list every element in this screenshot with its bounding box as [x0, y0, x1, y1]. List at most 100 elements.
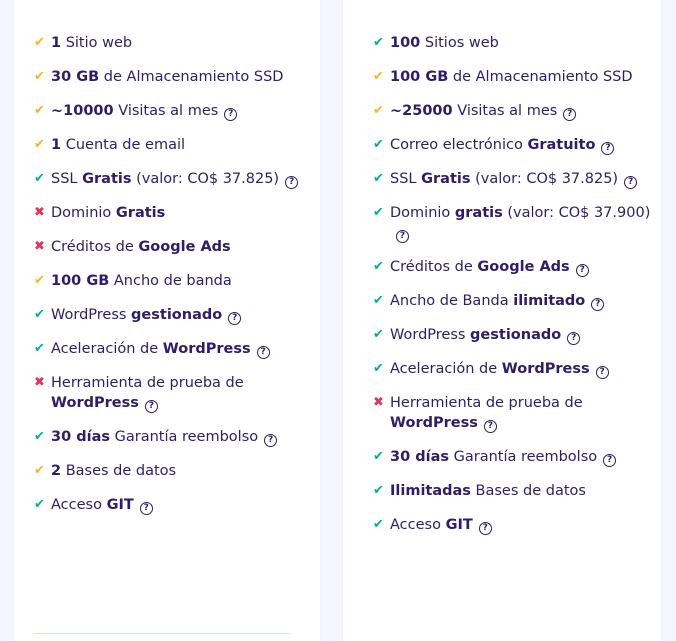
feature-item: ✔ SSL Gratis (valor: CO$ 37.825)? — [373, 169, 661, 189]
feature-text: Garantía reembolso — [449, 449, 598, 465]
feature-highlight: ~25000 — [390, 103, 453, 119]
feature-text: Acceso — [51, 497, 107, 513]
check-orange-icon: ✔ — [34, 35, 45, 50]
feature-item: ✔ Ancho de Banda ilimitado? — [373, 291, 661, 311]
feature-item: ✔ ~10000 Visitas al mes? — [34, 101, 320, 121]
feature-highlight: 100 — [390, 35, 421, 51]
check-orange-icon: ✔ — [373, 69, 384, 84]
feature-highlight: 30 días — [390, 449, 449, 465]
feature-item: ✖ Herramienta de prueba de WordPress? — [34, 373, 320, 413]
help-question-icon[interactable]: ? — [575, 264, 589, 277]
feature-text: Aceleración de — [51, 341, 163, 357]
feature-highlight: Gratis — [82, 171, 132, 187]
help-question-icon[interactable]: ? — [285, 176, 299, 189]
feature-item: ✔ 2 Bases de datos — [34, 461, 320, 481]
feature-text: Sitios web — [420, 35, 499, 51]
feature-item: ✔ 100 GB de Almacenamiento SSD — [373, 67, 661, 87]
help-question-icon[interactable]: ? — [228, 312, 242, 325]
feature-text: (valor: CO$ 37.825) — [131, 171, 280, 187]
check-green-icon: ✔ — [373, 327, 384, 342]
feature-highlight: 30 GB — [51, 69, 100, 85]
feature-text: Herramienta de prueba de — [51, 375, 244, 391]
check-green-icon: ✔ — [34, 429, 45, 444]
feature-text: Herramienta de prueba de — [390, 395, 583, 411]
help-question-icon[interactable]: ? — [144, 400, 158, 413]
feature-text: SSL — [390, 171, 422, 187]
feature-item: ✖ Créditos de Google Ads — [34, 237, 320, 257]
feature-highlight: ~10000 — [51, 103, 114, 119]
feature-text: Créditos de — [390, 259, 478, 275]
feature-text: WordPress — [51, 307, 132, 323]
feature-highlight: WordPress — [51, 395, 139, 411]
check-green-icon: ✔ — [373, 449, 384, 464]
check-green-icon: ✔ — [373, 171, 384, 186]
feature-item: ✔ 30 días Garantía reembolso? — [373, 447, 661, 467]
feature-list-right: ✔ 100 Sitios web ✔ 100 GB de Almacenamiento… — [373, 33, 661, 549]
feature-item: ✔ 30 GB de Almacenamiento SSD — [34, 67, 320, 87]
feature-item: ✔ WordPress gestionado? — [34, 305, 320, 325]
feature-text: (valor: CO$ 37.825) — [470, 171, 619, 187]
help-question-icon[interactable]: ? — [256, 346, 270, 359]
feature-highlight: 100 GB — [51, 273, 110, 289]
feature-highlight: Google Ads — [138, 239, 231, 255]
feature-text: Visitas al mes — [113, 103, 219, 119]
help-question-icon[interactable]: ? — [396, 230, 409, 243]
feature-highlight: Ilimitadas — [390, 483, 471, 499]
help-question-icon[interactable]: ? — [624, 176, 638, 189]
feature-text: Correo electrónico — [390, 137, 528, 153]
help-question-icon[interactable]: ? — [601, 142, 615, 155]
feature-highlight: WordPress — [390, 415, 478, 431]
feature-text: Acceso — [390, 517, 446, 533]
feature-highlight: gratis — [454, 205, 503, 221]
check-green-icon: ✔ — [373, 205, 384, 220]
help-question-icon[interactable]: ? — [603, 454, 617, 467]
feature-item: ✔ 100 GB Ancho de banda — [34, 271, 320, 291]
feature-item: ✔ Dominio gratis (valor: CO$ 37.900)? — [373, 203, 661, 243]
help-question-icon[interactable]: ? — [591, 298, 605, 311]
feature-item: ✔ 1 Cuenta de email — [34, 135, 320, 155]
feature-text: Dominio — [390, 205, 455, 221]
feature-highlight: 1 — [51, 137, 62, 153]
help-question-icon[interactable]: ? — [567, 332, 581, 345]
feature-highlight: Gratuito — [527, 137, 596, 153]
check-green-icon: ✔ — [34, 307, 45, 322]
feature-text: de Almacenamiento SSD — [99, 69, 284, 85]
feature-text: Créditos de — [51, 239, 139, 255]
feature-item: ✔ 1 Sitio web — [34, 33, 320, 53]
feature-item: ✔ Aceleración de WordPress? — [373, 359, 661, 379]
feature-highlight: WordPress — [501, 361, 590, 377]
help-question-icon[interactable]: ? — [483, 420, 497, 433]
feature-item: ✔ Ilimitadas Bases de datos — [373, 481, 661, 501]
check-green-icon: ✔ — [373, 293, 384, 308]
check-green-icon: ✔ — [373, 137, 384, 152]
help-question-icon[interactable]: ? — [224, 108, 238, 121]
feature-text: Ancho de Banda — [390, 293, 514, 309]
feature-item: ✔ 30 días Garantía reembolso? — [34, 427, 320, 447]
plan-card-left: ✔ 1 Sitio web ✔ 30 GB de Almacenamiento SSD… — [14, 0, 320, 641]
feature-item: ✔ 100 Sitios web — [373, 33, 661, 53]
feature-text: Dominio — [51, 205, 116, 221]
feature-text: de Almacenamiento SSD — [448, 69, 633, 85]
help-question-icon[interactable]: ? — [595, 366, 609, 379]
feature-item: ✔ WordPress gestionado? — [373, 325, 661, 345]
help-question-icon[interactable]: ? — [139, 502, 153, 515]
check-green-icon: ✔ — [373, 517, 384, 532]
help-question-icon[interactable]: ? — [478, 522, 492, 535]
feature-highlight: 100 GB — [390, 69, 449, 85]
divider — [34, 633, 290, 634]
feature-item: ✔ Aceleración de WordPress? — [34, 339, 320, 359]
feature-item: ✔ SSL Gratis (valor: CO$ 37.825)? — [34, 169, 320, 189]
help-question-icon[interactable]: ? — [563, 108, 577, 121]
check-green-icon: ✔ — [34, 171, 45, 186]
check-orange-icon: ✔ — [34, 463, 45, 478]
help-question-icon[interactable]: ? — [264, 434, 278, 447]
check-green-icon: ✔ — [34, 341, 45, 356]
feature-highlight: GIT — [106, 497, 134, 513]
feature-text: Aceleración de — [390, 361, 502, 377]
check-green-icon: ✔ — [373, 483, 384, 498]
feature-text: Bases de datos — [61, 463, 177, 479]
feature-item: ✔ Acceso GIT? — [373, 515, 661, 535]
feature-text: Garantía reembolso — [110, 429, 259, 445]
feature-text: (valor: CO$ 37.900) — [502, 205, 651, 221]
feature-highlight: ilimitado — [513, 293, 586, 309]
